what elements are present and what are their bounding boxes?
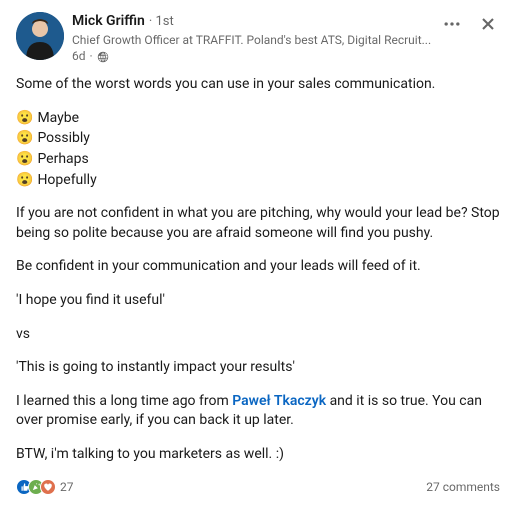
- word-text: Possibly: [37, 129, 89, 149]
- connection-degree: · 1st: [149, 13, 174, 31]
- vs-text: vs: [16, 325, 500, 345]
- paragraph: If you are not confident in what you are…: [16, 204, 500, 243]
- reaction-count: 27: [60, 479, 74, 496]
- paragraph: I learned this a long time ago from Pawe…: [16, 392, 500, 431]
- love-icon: [40, 479, 56, 495]
- word-item: 😮Possibly: [16, 129, 500, 149]
- word-list: 😮Maybe 😮Possibly 😮Perhaps 😮Hopefully: [16, 109, 500, 190]
- time-separator: ·: [90, 48, 93, 65]
- emoji-icon: 😮: [16, 109, 33, 129]
- post-header: Mick Griffin · 1st Chief Growth Officer …: [16, 12, 500, 65]
- author-avatar[interactable]: [16, 12, 64, 60]
- intro-text: Some of the worst words you can use in y…: [16, 75, 500, 95]
- emoji-icon: 😮: [16, 129, 33, 149]
- mention-link[interactable]: Paweł Tkaczyk: [232, 393, 326, 409]
- close-button[interactable]: [476, 12, 500, 36]
- post-controls: [440, 12, 500, 36]
- word-text: Maybe: [37, 109, 79, 129]
- outro-text: BTW, i'm talking to you marketers as wel…: [16, 445, 500, 465]
- more-options-button[interactable]: [440, 12, 464, 36]
- post-content: Some of the worst words you can use in y…: [16, 75, 500, 464]
- emoji-icon: 😮: [16, 150, 33, 170]
- word-item: 😮Hopefully: [16, 171, 500, 191]
- word-item: 😮Maybe: [16, 109, 500, 129]
- author-headline: Chief Growth Officer at TRAFFIT. Poland'…: [72, 32, 452, 49]
- word-text: Hopefully: [37, 171, 96, 191]
- post-time: 6d ·: [72, 48, 500, 65]
- word-text: Perhaps: [37, 150, 88, 170]
- reactions-summary[interactable]: 27: [16, 479, 74, 496]
- post-footer: 27 27 comments: [16, 479, 500, 496]
- time-text: 6d: [72, 48, 86, 65]
- post-container: Mick Griffin · 1st Chief Growth Officer …: [0, 0, 516, 507]
- word-item: 😮Perhaps: [16, 150, 500, 170]
- emoji-icon: 😮: [16, 171, 33, 191]
- paragraph: Be confident in your communication and y…: [16, 257, 500, 277]
- reaction-icons: [16, 479, 56, 495]
- globe-icon: [97, 51, 109, 63]
- comments-link[interactable]: 27 comments: [426, 479, 500, 496]
- example-text: 'I hope you find it useful': [16, 291, 500, 311]
- author-meta: Mick Griffin · 1st Chief Growth Officer …: [72, 12, 500, 65]
- author-name[interactable]: Mick Griffin: [72, 12, 145, 32]
- example-text: 'This is going to instantly impact your …: [16, 358, 500, 378]
